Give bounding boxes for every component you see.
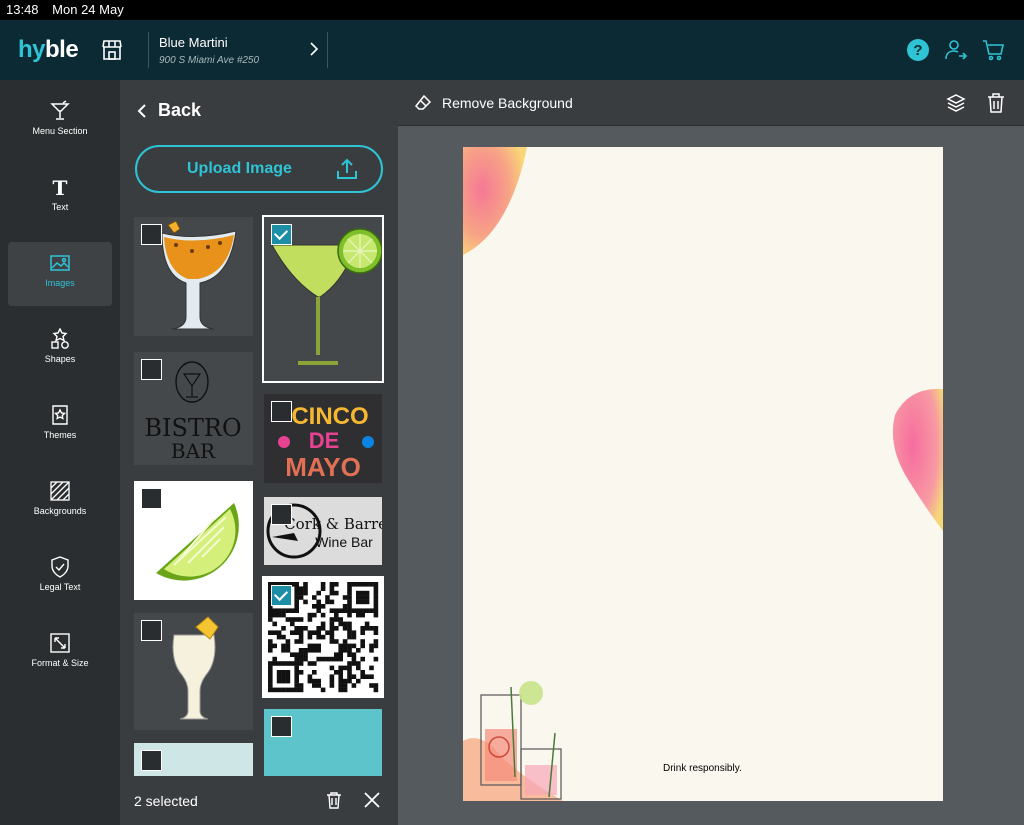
thumb-qr-code[interactable]: [262, 576, 384, 698]
user-logout-icon[interactable]: [944, 38, 968, 62]
status-time: 13:48: [6, 2, 39, 17]
delete-icon[interactable]: [986, 92, 1006, 114]
resize-icon: [50, 633, 70, 653]
nav-menu-section[interactable]: Menu Section: [8, 90, 112, 154]
cinco-line3: MAYO: [285, 452, 361, 482]
store-icon[interactable]: [100, 38, 124, 62]
nav-themes[interactable]: Themes: [8, 394, 112, 458]
backgrounds-icon: [50, 481, 70, 501]
thumb-pina-colada[interactable]: [134, 613, 253, 730]
venue-selector[interactable]: Blue Martini 900 S Miami Ave #250: [148, 32, 328, 68]
back-button[interactable]: Back: [136, 100, 201, 121]
nav-images[interactable]: Images: [8, 242, 112, 306]
eraser-icon: [414, 94, 432, 110]
thumb-lime-slice[interactable]: [134, 481, 253, 600]
nav-legal-text[interactable]: Legal Text: [8, 546, 112, 610]
status-bar: 13:48 Mon 24 May: [0, 0, 1024, 20]
cork-line2: Wine Bar: [315, 534, 373, 550]
back-label: Back: [158, 100, 202, 120]
trash-icon[interactable]: [326, 791, 342, 809]
footer-text: Drink responsibly.: [663, 763, 742, 774]
upload-icon: [337, 158, 357, 179]
thumb-checkbox[interactable]: [141, 359, 162, 380]
thumb-margarita[interactable]: [262, 215, 384, 383]
thumb-checkbox[interactable]: [141, 224, 162, 245]
canvas-workspace: Remove Background Drink responsibly.: [398, 80, 1024, 825]
cork-line1: Cork & Barrel: [284, 515, 382, 533]
chevron-right-icon: [310, 42, 319, 56]
cart-icon[interactable]: [982, 38, 1006, 62]
nav-label: Themes: [43, 430, 77, 440]
thumb-checkbox[interactable]: [271, 716, 292, 737]
nav-label: Images: [45, 278, 75, 288]
shield-icon: [51, 556, 69, 578]
shapes-icon: [51, 328, 69, 349]
selection-bar: 2 selected: [120, 778, 398, 825]
left-nav: Menu Section T Text Images Shapes Themes…: [0, 80, 120, 825]
thumb-pool-water[interactable]: [264, 709, 382, 776]
venue-name: Blue Martini: [159, 35, 228, 50]
venue-address: 900 S Miami Ave #250: [159, 55, 260, 66]
thumb-checkbox[interactable]: [141, 750, 162, 771]
text-icon: T: [53, 176, 68, 198]
nav-text[interactable]: T Text: [8, 166, 112, 230]
upload-label: Upload Image: [187, 160, 292, 177]
nav-backgrounds[interactable]: Backgrounds: [8, 470, 112, 534]
layers-icon[interactable]: [946, 93, 966, 113]
nav-format-size[interactable]: Format & Size: [8, 622, 112, 686]
remove-background-label: Remove Background: [442, 95, 573, 111]
top-icons: ?: [906, 38, 1006, 62]
themes-icon: [52, 405, 68, 425]
thumb-orange-cocktail[interactable]: [134, 217, 253, 336]
thumb-checkbox-checked[interactable]: [271, 224, 292, 245]
canvas-toolbar: Remove Background: [398, 80, 1024, 126]
remove-background-button[interactable]: Remove Background: [414, 94, 573, 112]
thumb-cinco-de-mayo[interactable]: CINCO DE MAYO: [264, 394, 382, 483]
thumb-checkbox-checked[interactable]: [271, 585, 292, 606]
images-panel: Back Upload Image BISTRO BAR CINCO DE MA…: [120, 80, 398, 825]
nav-label: Menu Section: [32, 126, 88, 136]
image-icon: [50, 255, 70, 271]
nav-shapes[interactable]: Shapes: [8, 318, 112, 382]
thumb-checkbox[interactable]: [141, 620, 162, 641]
top-bar: hyble Blue Martini 900 S Miami Ave #250 …: [0, 20, 1024, 80]
svg-text:?: ?: [913, 42, 922, 59]
nav-label: Legal Text: [39, 582, 81, 592]
thumb-checkbox[interactable]: [141, 488, 162, 509]
cocktail-icon: [50, 100, 70, 120]
cinco-line2: DE: [309, 428, 340, 453]
nav-label: Format & Size: [31, 658, 89, 668]
status-date: Mon 24 May: [52, 2, 124, 17]
bistro-line2: BAR: [171, 439, 216, 463]
bistro-line1: BISTRO: [144, 414, 241, 442]
thumb-cork-barrel-logo[interactable]: Cork & Barrel Wine Bar: [264, 497, 382, 565]
nav-label: Text: [51, 202, 69, 212]
thumb-checkbox[interactable]: [271, 504, 292, 525]
thumb-bistro-bar-logo[interactable]: BISTRO BAR: [134, 352, 253, 465]
menu-page-canvas[interactable]: Drink responsibly.: [463, 147, 943, 801]
selected-count: 2 selected: [134, 793, 198, 809]
upload-image-button[interactable]: Upload Image: [135, 145, 383, 193]
cinco-line1: CINCO: [291, 403, 368, 430]
close-icon[interactable]: [363, 791, 381, 809]
cocktails-illustration: [480, 681, 562, 800]
nav-label: Shapes: [44, 354, 76, 364]
thumb-checkbox[interactable]: [271, 401, 292, 422]
nav-label: Backgrounds: [33, 506, 87, 516]
hyble-logo[interactable]: hyble: [18, 36, 79, 64]
svg-text:T: T: [53, 176, 68, 198]
help-icon[interactable]: ?: [906, 38, 930, 62]
thumb-beach-drink[interactable]: [134, 743, 253, 776]
chevron-left-icon: [137, 103, 146, 118]
